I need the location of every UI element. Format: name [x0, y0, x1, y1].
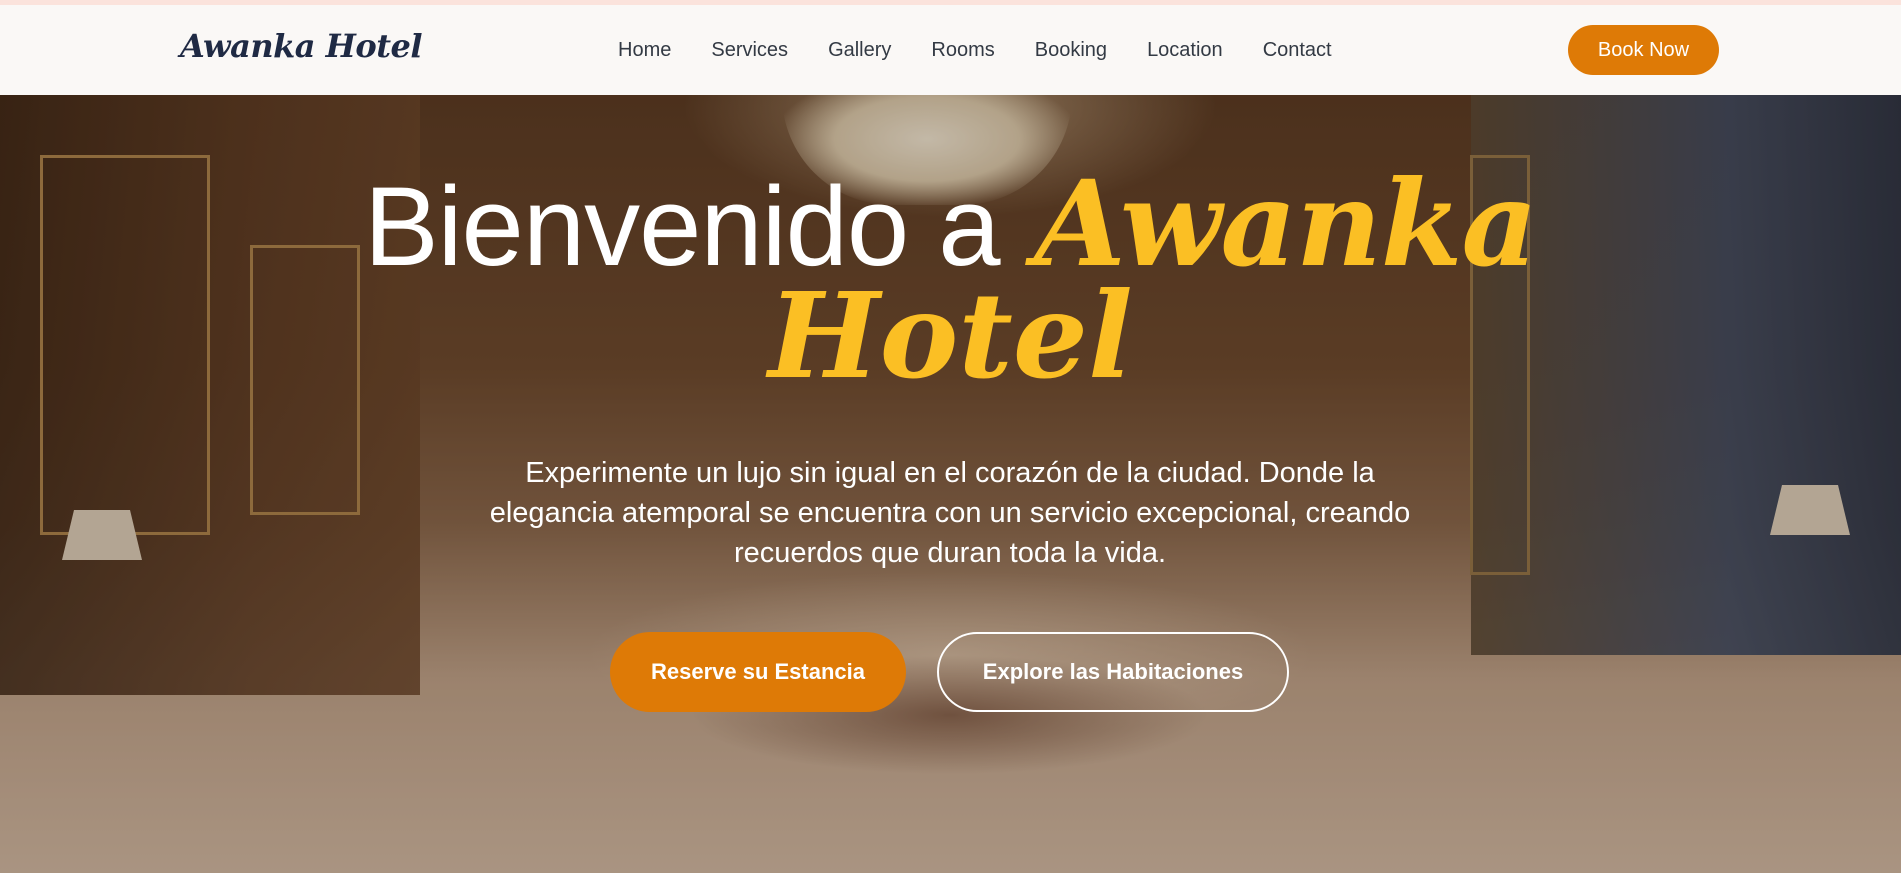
main-nav: Home Services Gallery Rooms Booking Loca…	[618, 5, 1332, 95]
logo[interactable]: Awanka Hotel	[180, 27, 423, 65]
hero-subtitle: Experimente un lujo sin igual en el cora…	[489, 457, 1411, 569]
hero-title-accent-hotel: Hotel	[768, 266, 1133, 405]
hero-title: Bienvenido a Awanka Hotel	[0, 165, 1901, 395]
nav-link-home[interactable]: Home	[618, 39, 671, 62]
book-now-button[interactable]: Book Now	[1568, 25, 1719, 75]
nav-link-location[interactable]: Location	[1147, 39, 1223, 62]
hero-title-line2: Hotel	[0, 277, 1901, 395]
navbar: Awanka Hotel Home Services Gallery Rooms…	[0, 0, 1901, 95]
nav-link-rooms[interactable]: Rooms	[931, 39, 994, 62]
nav-link-services[interactable]: Services	[711, 39, 788, 62]
explore-rooms-button[interactable]: Explore las Habitaciones	[937, 632, 1289, 712]
nav-link-contact[interactable]: Contact	[1263, 39, 1332, 62]
reserve-stay-button[interactable]: Reserve su Estancia	[610, 632, 906, 712]
nav-link-booking[interactable]: Booking	[1035, 39, 1107, 62]
hero-section: Bienvenido a Awanka Hotel Experimente un…	[0, 95, 1901, 873]
nav-link-gallery[interactable]: Gallery	[828, 39, 891, 62]
